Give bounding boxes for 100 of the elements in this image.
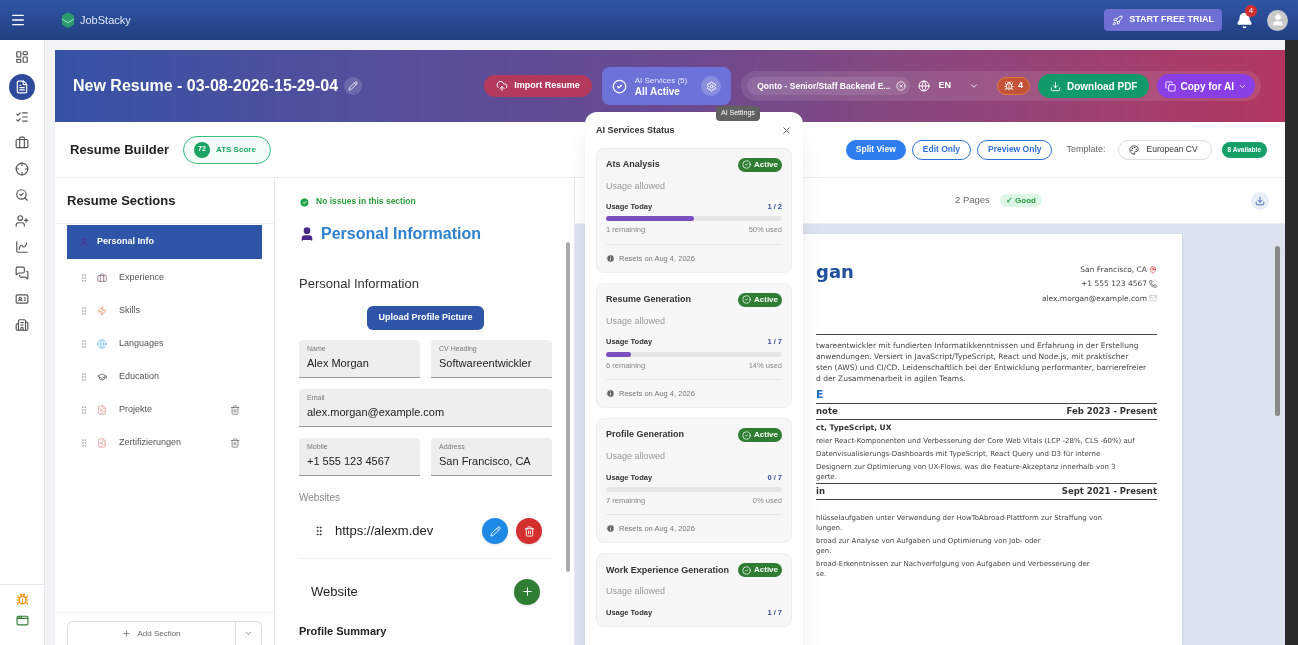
- drag-handle-icon[interactable]: [79, 437, 89, 448]
- window-icon[interactable]: [15, 614, 29, 627]
- download-button[interactable]: [1251, 191, 1269, 210]
- pin-icon: [1149, 265, 1157, 274]
- section-item[interactable]: Zertifizierungen: [67, 426, 262, 459]
- section-status: No issues in this section: [316, 195, 416, 208]
- free-trial-button[interactable]: START FREE TRIAL: [1104, 9, 1222, 31]
- check-icon: [742, 295, 751, 305]
- status-badge: Active: [738, 157, 782, 172]
- ai-services-label: AI Services (5): [634, 75, 688, 86]
- websites-label: Websites: [299, 490, 341, 505]
- phone-icon: [1149, 279, 1157, 288]
- section-item[interactable]: Personal Info: [67, 225, 262, 259]
- template-label: Template:: [1066, 142, 1106, 156]
- palette-icon: [1128, 144, 1139, 155]
- sections-title: Resume Sections: [67, 191, 176, 210]
- brand-name: JobStacky: [80, 12, 131, 28]
- section-item[interactable]: Experience: [67, 261, 262, 294]
- logo-icon: [61, 11, 75, 29]
- service-name: Ats Analysis: [606, 157, 660, 171]
- add-section-button[interactable]: Add Section: [67, 621, 262, 645]
- website-title: Website: [311, 582, 358, 601]
- check-icon: [742, 160, 751, 169]
- edit-title-button[interactable]: [344, 77, 363, 95]
- view-tab[interactable]: Preview Only: [977, 139, 1053, 160]
- add-website-button[interactable]: [514, 578, 540, 605]
- bug-icon[interactable]: [15, 593, 29, 606]
- job-chip[interactable]: Qonto - Senior/Staff Backend E...: [747, 77, 911, 95]
- document-icon[interactable]: [9, 74, 35, 100]
- section-item[interactable]: Education: [67, 360, 262, 393]
- drag-handle-icon[interactable]: [79, 305, 89, 316]
- avatar-icon[interactable]: [1267, 9, 1288, 31]
- ai-services-panel[interactable]: AI Services (5) All Active: [601, 67, 732, 105]
- download-icon: [1255, 195, 1265, 206]
- job-dates: Feb 2023 - Present: [1066, 404, 1157, 418]
- section-item[interactable]: Skills: [67, 294, 262, 327]
- language-icon[interactable]: [918, 80, 931, 92]
- service-name: Profile Generation: [606, 428, 685, 442]
- resume-name: gan: [816, 260, 854, 284]
- form-heading: Personal Information: [321, 224, 482, 244]
- preview-scrollbar-thumb[interactable]: [1275, 246, 1280, 416]
- caret-icon[interactable]: [244, 629, 253, 638]
- plus-icon: [520, 585, 534, 598]
- notifications-icon[interactable]: [1236, 11, 1253, 29]
- job-title: note: [816, 404, 838, 418]
- add-section-label: Add Section: [137, 627, 181, 640]
- briefcase-icon: [97, 272, 107, 283]
- download-icon: [1049, 80, 1061, 92]
- form-subheading: Personal Information: [299, 275, 420, 293]
- download-pdf-button[interactable]: Download PDF: [1037, 74, 1150, 98]
- import-resume-button[interactable]: Import Resume: [484, 75, 592, 97]
- plus-icon: [122, 629, 132, 638]
- language-select[interactable]: EN: [938, 79, 979, 93]
- drag-handle-icon[interactable]: [79, 404, 89, 415]
- lightning-icon: [97, 305, 107, 316]
- cloud-upload-icon: [496, 80, 509, 92]
- edit-website-button[interactable]: [482, 518, 508, 544]
- popup-title: AI Services Status: [596, 124, 675, 137]
- mail-icon: [1149, 294, 1157, 303]
- drag-handle-icon[interactable]: [79, 371, 89, 382]
- delete-icon[interactable]: [230, 404, 240, 415]
- check-icon: [299, 197, 310, 208]
- delete-icon[interactable]: [230, 437, 240, 448]
- copy-for-ai-button[interactable]: Copy for AI: [1157, 74, 1255, 98]
- builder-title: Resume Builder: [70, 140, 169, 159]
- check-icon: [742, 565, 751, 575]
- service-name: Resume Generation: [606, 293, 692, 306]
- info-icon: [606, 253, 615, 263]
- check-icon: [742, 430, 751, 440]
- close-icon[interactable]: [781, 125, 792, 137]
- globe-icon: [97, 338, 107, 349]
- view-tab[interactable]: Edit Only: [911, 139, 972, 160]
- drag-handle-icon[interactable]: [79, 338, 89, 349]
- scrollbar-thumb[interactable]: [566, 242, 570, 572]
- notification-count: 4: [1245, 4, 1257, 17]
- section-heading: E: [816, 387, 825, 402]
- delete-website-button[interactable]: [516, 518, 542, 544]
- website-url: https://alexm.dev: [335, 522, 434, 541]
- person-icon: [79, 237, 89, 247]
- clear-icon[interactable]: [896, 81, 907, 91]
- upload-picture-button[interactable]: Upload Profile Picture: [367, 305, 484, 330]
- menu-icon[interactable]: [10, 12, 26, 28]
- drag-handle-icon[interactable]: [313, 525, 325, 537]
- info-icon: [606, 524, 615, 534]
- issues-badge[interactable]: 4: [996, 77, 1030, 95]
- pencil-icon: [348, 81, 359, 91]
- drag-handle-icon[interactable]: [79, 272, 89, 283]
- trash-icon: [523, 525, 535, 537]
- ai-settings-button[interactable]: [701, 76, 722, 96]
- graduation-cap-icon: [97, 371, 107, 382]
- section-item[interactable]: Languages: [67, 327, 262, 360]
- bug-icon: [1003, 81, 1014, 91]
- document-icon: [97, 404, 107, 415]
- usage-note: Usage allowed: [606, 314, 667, 328]
- ai-services-status: All Active: [634, 86, 681, 97]
- section-item[interactable]: Projekte: [67, 393, 262, 426]
- resume-title: New Resume - 03-08-2026-15-29-04: [73, 76, 339, 96]
- caret-icon: [968, 81, 979, 91]
- view-tab[interactable]: Split View: [845, 139, 906, 160]
- job-dates: Sept 2021 - Present: [1061, 484, 1157, 498]
